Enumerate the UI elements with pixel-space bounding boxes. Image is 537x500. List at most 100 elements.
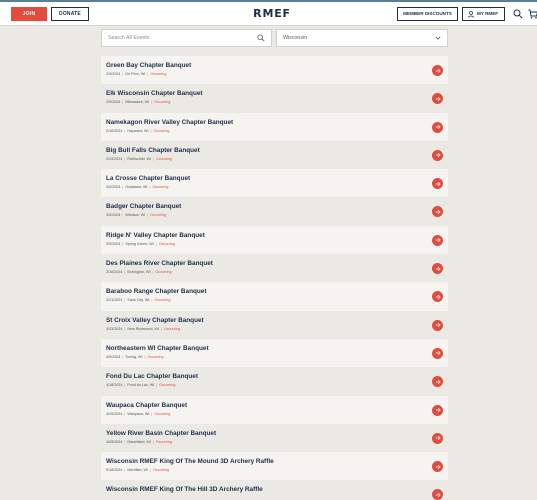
event-list-item[interactable]: Yellow River Basin Chapter Banquet 4/25/… bbox=[101, 423, 448, 453]
event-name[interactable]: Fond Du Lac Chapter Banquet bbox=[106, 373, 198, 380]
event-location: Milwaukee, WI bbox=[125, 100, 150, 105]
event-arrow-button[interactable] bbox=[432, 206, 443, 218]
event-meta: 2/24/2024 | Rothschild, WI | Occurring bbox=[106, 157, 172, 161]
event-list-item[interactable]: Des Plaines River Chapter Banquet 3/16/2… bbox=[101, 254, 448, 283]
chevron-down-icon bbox=[435, 36, 441, 40]
my-rmef-label: MY RMEF bbox=[477, 11, 499, 16]
event-arrow-button[interactable] bbox=[432, 263, 443, 275]
donate-button[interactable]: DONATE bbox=[51, 7, 89, 21]
event-status: Occurring bbox=[153, 468, 170, 473]
event-status: Occurring bbox=[154, 411, 171, 416]
arrow-right-icon bbox=[435, 68, 441, 73]
event-meta: 3/16/2024 | Burlington, WI | Occurring bbox=[106, 270, 172, 274]
user-icon bbox=[468, 11, 474, 18]
event-meta: 3/23/2024 | New Richmond, WI | Occurring bbox=[106, 327, 180, 331]
event-meta: 3/9/2024 | Spring Green, WI | Occurring bbox=[106, 242, 175, 246]
arrow-right-icon bbox=[435, 351, 441, 356]
event-status: Occurring bbox=[155, 270, 172, 275]
event-name[interactable]: Elk Wisconsin Chapter Banquet bbox=[106, 90, 203, 97]
event-arrow-button[interactable] bbox=[432, 347, 443, 359]
state-select-value: Wisconsin bbox=[283, 35, 308, 41]
arrow-right-icon bbox=[435, 96, 441, 101]
event-status: Occurring bbox=[150, 72, 167, 76]
arrow-right-icon bbox=[435, 153, 441, 158]
event-meta: 4/25/2024 | Marshfield, WI | Occurring bbox=[106, 440, 172, 444]
arrow-right-icon bbox=[435, 323, 441, 328]
event-date: 3/16/2024 bbox=[106, 270, 123, 275]
arrow-right-icon bbox=[435, 379, 441, 384]
event-arrow-button[interactable] bbox=[432, 65, 443, 76]
event-list-item[interactable]: Big Bull Falls Chapter Banquet 2/24/2024… bbox=[101, 140, 448, 170]
event-name[interactable]: St Croix Valley Chapter Banquet bbox=[106, 317, 204, 324]
event-status: Occurring bbox=[156, 156, 173, 161]
event-arrow-button[interactable] bbox=[432, 489, 443, 500]
event-status: Occurring bbox=[153, 128, 170, 133]
event-list-item[interactable]: Ridge N' Valley Chapter Banquet 3/9/2024… bbox=[101, 225, 448, 255]
event-meta: 2/10/2024 | Hayward, WI | Occurring bbox=[106, 129, 169, 133]
event-date: 2/10/2024 bbox=[106, 128, 123, 133]
event-list-item[interactable]: Badger Chapter Banquet 3/2/2024 | Windsor,… bbox=[101, 197, 448, 226]
event-list-item[interactable]: Northeastern WI Chapter Banquet 4/9/2024… bbox=[101, 338, 448, 368]
event-name[interactable]: Ridge N' Valley Chapter Banquet bbox=[106, 232, 205, 239]
event-date: 3/21/2024 bbox=[106, 298, 123, 303]
event-name[interactable]: Yellow River Basin Chapter Banquet bbox=[106, 430, 216, 437]
event-list-item[interactable]: Wisconsin RMEF King Of The Hill 3D Arche… bbox=[101, 480, 448, 500]
event-arrow-button[interactable] bbox=[432, 178, 443, 190]
event-list-item[interactable]: St Croix Valley Chapter Banquet 3/23/202… bbox=[101, 310, 448, 339]
event-list-item[interactable]: Waupaca Chapter Banquet 4/20/2024 | Waupac… bbox=[101, 395, 448, 424]
event-arrow-button[interactable] bbox=[432, 291, 443, 303]
search-icon[interactable] bbox=[513, 9, 523, 19]
event-list-item[interactable]: Fond Du Lac Chapter Banquet 4/18/2024 | Fo… bbox=[101, 367, 448, 396]
rmef-logo[interactable]: RMEF bbox=[249, 7, 295, 21]
cart-icon[interactable] bbox=[528, 9, 537, 19]
event-arrow-button[interactable] bbox=[432, 404, 443, 416]
event-arrow-button[interactable] bbox=[432, 149, 443, 161]
event-arrow-button[interactable] bbox=[432, 461, 443, 473]
event-list-item[interactable]: Green Bay Chapter Banquet 2/3/2024 | De Pe… bbox=[101, 56, 448, 85]
event-name[interactable]: Waupaca Chapter Banquet bbox=[106, 402, 187, 409]
event-location: Onalaska, WI bbox=[125, 185, 148, 190]
search-input[interactable] bbox=[102, 30, 252, 46]
event-name[interactable]: Wisconsin RMEF King Of The Mound 3D Arch… bbox=[106, 458, 274, 465]
event-meta: 4/20/2024 | Waupaca, WI | Occurring bbox=[106, 412, 170, 416]
event-name[interactable]: La Crosse Chapter Banquet bbox=[106, 175, 190, 182]
event-name[interactable]: Green Bay Chapter Banquet bbox=[106, 62, 191, 69]
event-meta: 5/18/2024 | Merrillan, WI | Occurring bbox=[106, 468, 169, 472]
event-list-item[interactable]: Wisconsin RMEF King Of The Mound 3D Arch… bbox=[101, 452, 448, 481]
event-date: 4/9/2024 bbox=[106, 354, 121, 359]
event-name[interactable]: Big Bull Falls Chapter Banquet bbox=[106, 147, 200, 154]
my-rmef-button[interactable]: MY RMEF bbox=[462, 7, 505, 21]
event-date: 4/18/2024 bbox=[106, 383, 123, 388]
event-location: Rothschild, WI bbox=[127, 156, 152, 161]
search-icon[interactable] bbox=[257, 34, 265, 42]
join-button[interactable]: JOIN bbox=[11, 7, 47, 21]
event-search-field[interactable] bbox=[101, 29, 272, 47]
member-discounts-button[interactable]: MEMBER DISCOUNTS bbox=[397, 7, 458, 21]
event-arrow-button[interactable] bbox=[432, 376, 443, 388]
event-name[interactable]: Namekagon River Valley Chapter Banquet bbox=[106, 119, 233, 126]
event-meta: 2/9/2024 | Milwaukee, WI | Occurring bbox=[106, 100, 170, 104]
event-location: Suring, WI bbox=[125, 354, 143, 359]
event-location: Burlington, WI bbox=[127, 270, 151, 275]
event-location: Hayward, WI bbox=[127, 128, 149, 133]
event-status: Occurring bbox=[154, 298, 171, 303]
event-arrow-button[interactable] bbox=[432, 319, 443, 331]
event-arrow-button[interactable] bbox=[432, 234, 443, 246]
event-name[interactable]: Des Plaines River Chapter Banquet bbox=[106, 260, 213, 267]
event-date: 2/3/2024 bbox=[106, 72, 121, 76]
event-name[interactable]: Badger Chapter Banquet bbox=[106, 203, 181, 210]
event-arrow-button[interactable] bbox=[432, 93, 443, 105]
arrow-right-icon bbox=[435, 492, 441, 498]
event-list-item[interactable]: Namekagon River Valley Chapter Banquet 2… bbox=[101, 112, 448, 141]
event-arrow-button[interactable] bbox=[432, 121, 443, 133]
event-name[interactable]: Baraboo Range Chapter Banquet bbox=[106, 288, 207, 295]
event-list-item[interactable]: La Crosse Chapter Banquet 3/2/2024 | Onala… bbox=[101, 169, 448, 198]
event-arrow-button[interactable] bbox=[432, 432, 443, 444]
event-name[interactable]: Northeastern WI Chapter Banquet bbox=[106, 345, 209, 352]
event-name[interactable]: Wisconsin RMEF King Of The Hill 3D Arche… bbox=[106, 486, 263, 493]
arrow-right-icon bbox=[435, 436, 441, 441]
event-list-item[interactable]: Elk Wisconsin Chapter Banquet 2/9/2024 | M… bbox=[101, 84, 448, 113]
event-list-item[interactable]: Baraboo Range Chapter Banquet 3/21/2024 |… bbox=[101, 282, 448, 311]
event-meta: 4/18/2024 | Fond du Lac, WI | Occurring bbox=[106, 383, 175, 387]
state-select[interactable]: Wisconsin bbox=[276, 29, 448, 47]
